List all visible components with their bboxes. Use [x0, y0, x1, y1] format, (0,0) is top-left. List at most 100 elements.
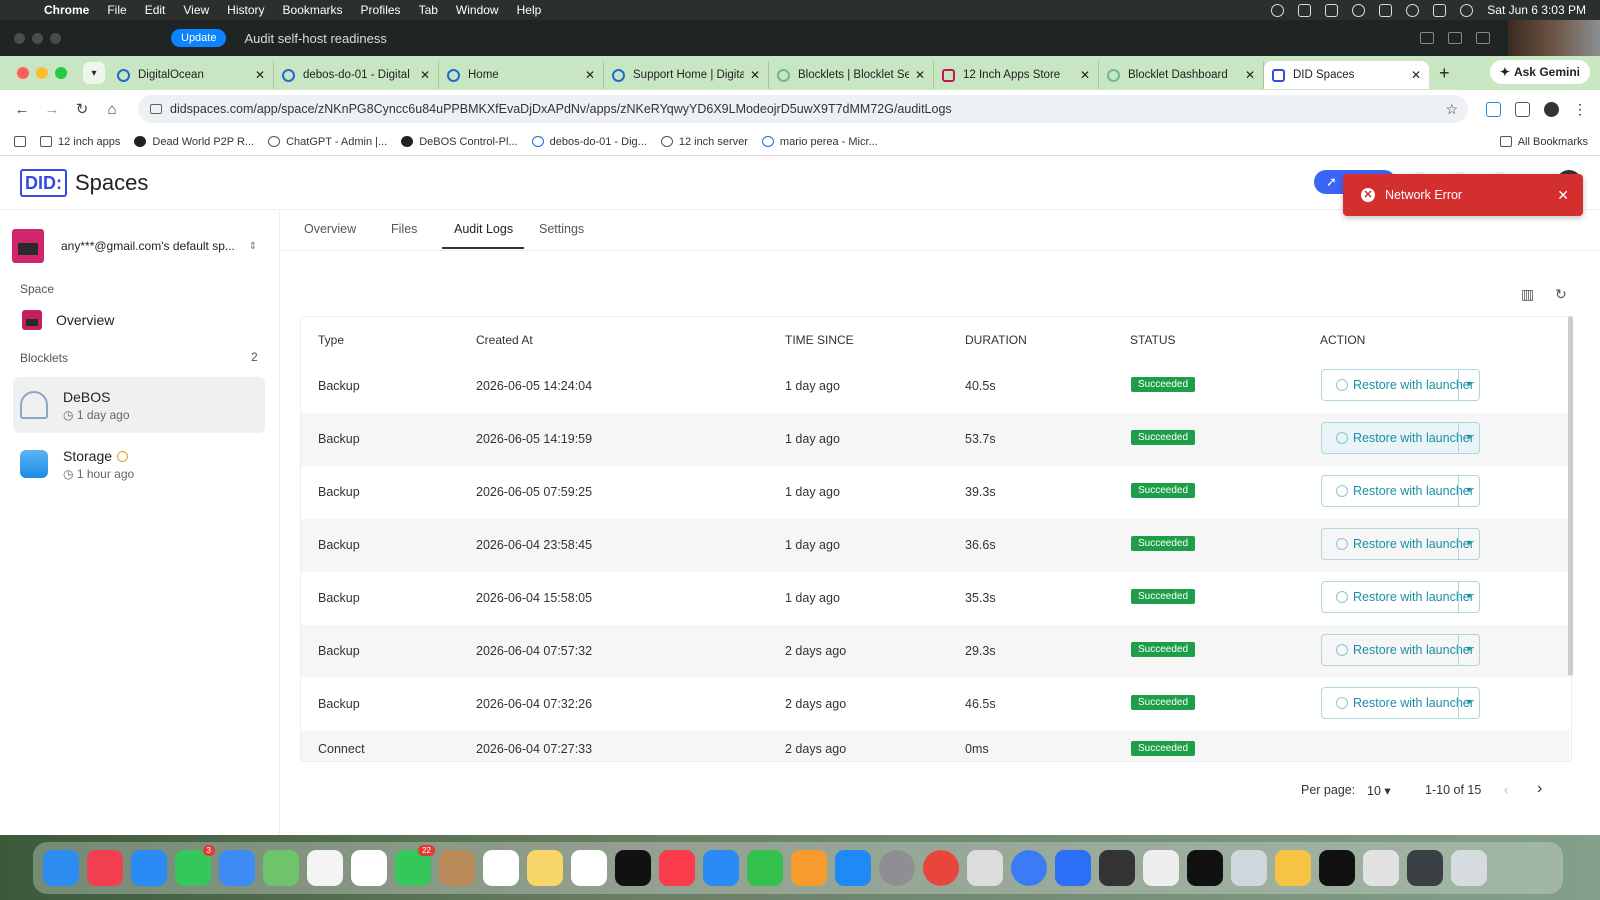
- tab-files[interactable]: Files: [391, 222, 417, 236]
- chevron-down-icon[interactable]: ▾: [1458, 423, 1479, 453]
- sparkle-icon[interactable]: [1298, 3, 1312, 17]
- bookmark-dead-world[interactable]: Dead World P2P R...: [134, 136, 254, 148]
- safari-icon[interactable]: [131, 850, 167, 886]
- app-store-icon[interactable]: [835, 850, 871, 886]
- chevron-down-icon[interactable]: ▾: [1458, 582, 1479, 612]
- address-bar[interactable]: didspaces.com/app/space/zNKnPG8Cyncc6u84…: [138, 95, 1468, 123]
- new-tab-button[interactable]: +: [1439, 63, 1450, 84]
- restore-with-launcher-button[interactable]: Restore with launcher ▾: [1321, 634, 1480, 666]
- launchpad-icon[interactable]: [1143, 850, 1179, 886]
- tips-icon[interactable]: [1275, 850, 1311, 886]
- finder-icon[interactable]: [43, 850, 79, 886]
- preview-icon[interactable]: [1231, 850, 1267, 886]
- tab-did-spaces[interactable]: DID Spaces ✕: [1264, 61, 1429, 89]
- space-selector[interactable]: any***@gmail.com's default sp... ⇕: [12, 222, 257, 270]
- siri-icon[interactable]: [1460, 3, 1474, 17]
- forward-icon[interactable]: →: [38, 101, 66, 118]
- columns-icon[interactable]: ▥: [1521, 286, 1537, 302]
- header-created-at[interactable]: Created At: [476, 333, 533, 347]
- bookmark-12-inch-server[interactable]: 12 inch server: [660, 136, 748, 148]
- restore-with-launcher-button[interactable]: Restore with launcher ▾: [1321, 422, 1480, 454]
- tab-digitalocean[interactable]: DigitalOcean ✕: [109, 61, 274, 89]
- menu-tab[interactable]: Tab: [419, 3, 438, 17]
- table-scrollbar[interactable]: [1568, 316, 1573, 676]
- close-tab-icon[interactable]: ✕: [1245, 68, 1255, 82]
- restore-with-launcher-button[interactable]: Restore with launcher ▾: [1321, 369, 1480, 401]
- contacts-icon[interactable]: [439, 850, 475, 886]
- header-time-since[interactable]: TIME SINCE: [785, 333, 854, 347]
- messenger-icon[interactable]: [1011, 850, 1047, 886]
- music-file-icon[interactable]: [1363, 850, 1399, 886]
- menu-profiles[interactable]: Profiles: [361, 3, 401, 17]
- restore-with-launcher-button[interactable]: Restore with launcher ▾: [1321, 475, 1480, 507]
- user-icon[interactable]: [1352, 3, 1366, 17]
- chevron-down-icon[interactable]: ▾: [1458, 370, 1479, 400]
- music-icon[interactable]: [659, 850, 695, 886]
- spotlight-search-icon[interactable]: [1406, 3, 1420, 17]
- profile-avatar[interactable]: [1544, 101, 1559, 117]
- close-tab-icon[interactable]: ✕: [420, 68, 430, 82]
- bookmark-chatgpt[interactable]: ChatGPT - Admin |...: [268, 136, 387, 148]
- menu-file[interactable]: File: [107, 3, 126, 17]
- notes-icon[interactable]: [527, 850, 563, 886]
- header-action[interactable]: ACTION: [1320, 333, 1365, 347]
- trash-icon[interactable]: [1451, 850, 1487, 886]
- sidebar-item-overview[interactable]: Overview: [22, 310, 114, 330]
- close-tab-icon[interactable]: ✕: [915, 68, 925, 82]
- reminders-icon[interactable]: [483, 850, 519, 886]
- close-toast-icon[interactable]: ✕: [1557, 187, 1569, 204]
- per-page-select[interactable]: 10 ▾: [1367, 783, 1391, 798]
- strip-control-icon[interactable]: [1420, 32, 1434, 44]
- signal-icon[interactable]: [1055, 850, 1091, 886]
- menu-bookmarks[interactable]: Bookmarks: [283, 3, 343, 17]
- apps-grid-icon[interactable]: [14, 136, 26, 147]
- close-tab-icon[interactable]: ✕: [1411, 68, 1421, 82]
- blocklet-item-storage[interactable]: Storage ◷ 1 hour ago: [13, 436, 265, 492]
- tab-home[interactable]: Home ✕: [439, 61, 604, 89]
- photos-icon[interactable]: [307, 850, 343, 886]
- bookmark-mario-perea[interactable]: mario perea - Micr...: [761, 136, 878, 148]
- freeform-icon[interactable]: [571, 850, 607, 886]
- header-type[interactable]: Type: [318, 333, 344, 347]
- system-settings-icon[interactable]: [879, 850, 915, 886]
- tab-settings[interactable]: Settings: [539, 222, 584, 236]
- url-text[interactable]: didspaces.com/app/space/zNKnPG8Cyncc6u84…: [170, 102, 1445, 116]
- zoom-window-button[interactable]: [55, 67, 67, 79]
- bookmark-debos-control[interactable]: DeBOS Control-Pl...: [401, 136, 518, 148]
- did-spaces-logo[interactable]: DID: Spaces: [20, 169, 148, 197]
- pages-icon[interactable]: [791, 850, 827, 886]
- strip-sidebar-icon[interactable]: [1448, 32, 1462, 44]
- close-tab-icon[interactable]: ✕: [750, 68, 760, 82]
- status-app-icon[interactable]: [1271, 3, 1285, 17]
- back-icon[interactable]: ←: [8, 101, 36, 118]
- restore-with-launcher-button[interactable]: Restore with launcher ▾: [1321, 528, 1480, 560]
- cursor-app-icon[interactable]: [1319, 850, 1355, 886]
- ask-gemini-button[interactable]: ✦ Ask Gemini: [1489, 60, 1590, 84]
- calculator-icon[interactable]: [1099, 850, 1135, 886]
- prev-page-icon[interactable]: ‹: [1504, 783, 1508, 797]
- cursor-app-icon[interactable]: [1187, 850, 1223, 886]
- reload-icon[interactable]: ↻: [68, 100, 96, 118]
- blocklet-item-debos[interactable]: DeBOS ◷ 1 day ago: [13, 377, 265, 433]
- menu-edit[interactable]: Edit: [145, 3, 166, 17]
- tab-audit-logs[interactable]: Audit Logs: [454, 222, 513, 236]
- site-info-icon[interactable]: [150, 104, 162, 114]
- next-page-icon[interactable]: ›: [1537, 780, 1542, 798]
- iphone-mirroring-icon[interactable]: [967, 850, 1003, 886]
- chevron-down-icon[interactable]: ▾: [1458, 529, 1479, 559]
- numbers-icon[interactable]: [747, 850, 783, 886]
- facetime-icon[interactable]: 22: [395, 845, 435, 886]
- wifi-off-icon[interactable]: [1379, 3, 1393, 17]
- chevron-down-icon[interactable]: ▾: [1458, 635, 1479, 665]
- minimize-window-button[interactable]: [36, 67, 48, 79]
- keynote-icon[interactable]: [703, 850, 739, 886]
- home-icon[interactable]: ⌂: [98, 101, 126, 118]
- close-tab-icon[interactable]: ✕: [255, 68, 265, 82]
- menubar-clock[interactable]: Sat Jun 6 3:03 PM: [1487, 3, 1586, 17]
- tab-12-inch-apps-store[interactable]: 12 Inch Apps Store ✕: [934, 61, 1099, 89]
- warning-icon[interactable]: [117, 451, 129, 463]
- refresh-icon[interactable]: ↻: [1555, 286, 1571, 302]
- maps-icon[interactable]: [263, 850, 299, 886]
- menu-window[interactable]: Window: [456, 3, 499, 17]
- menu-history[interactable]: History: [227, 3, 264, 17]
